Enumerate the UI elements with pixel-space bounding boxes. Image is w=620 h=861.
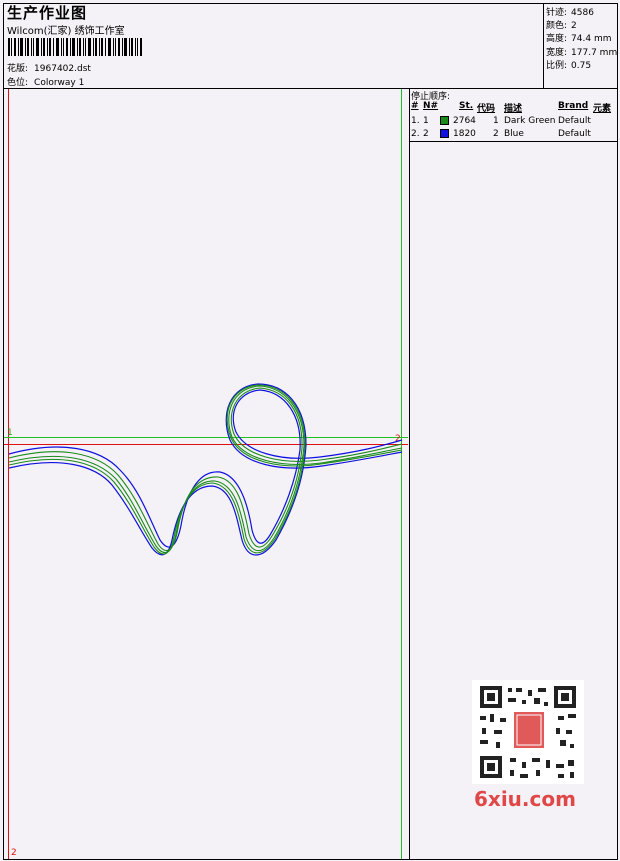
green-line-2 [8, 385, 403, 554]
green-line-3 [8, 384, 403, 555]
green-line-1 [8, 387, 403, 552]
blue-inner [8, 383, 403, 556]
watermark-logo: 6xiu.com [474, 787, 576, 811]
qr-code-icon [472, 680, 584, 784]
blue-outline [8, 389, 403, 548]
